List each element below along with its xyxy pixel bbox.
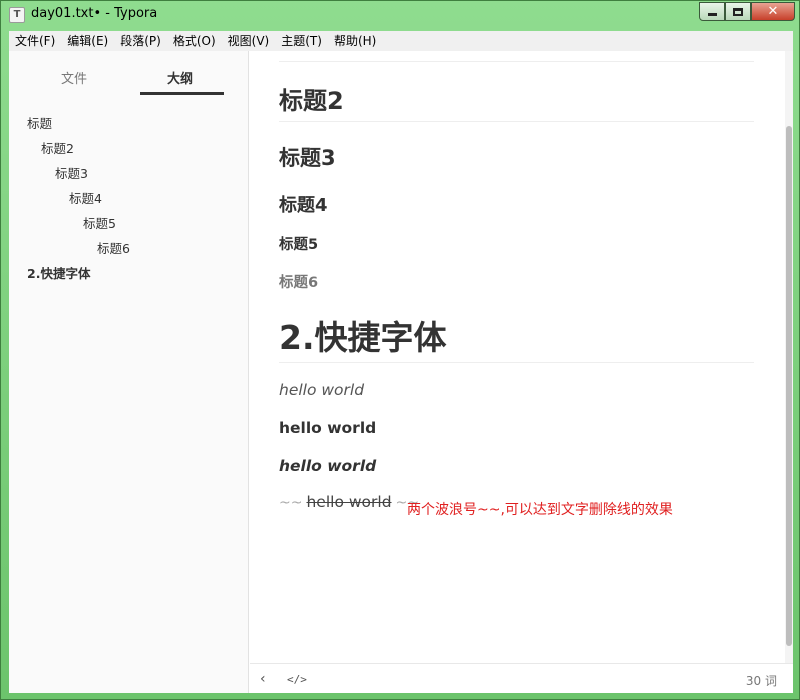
divider (279, 121, 754, 122)
menu-view[interactable]: 视图(V) (222, 31, 276, 51)
bold-italic-text: hello world (279, 457, 377, 475)
menu-edit[interactable]: 编辑(E) (61, 31, 114, 51)
menu-bar: 文件(F) 编辑(E) 段落(P) 格式(O) 视图(V) 主题(T) 帮助(H… (9, 31, 793, 51)
status-bar: ‹ </> 30 词 (250, 663, 793, 693)
heading-4: 标题4 (279, 195, 328, 216)
heading-1: 2.快捷字体 (279, 318, 447, 357)
outline-item[interactable]: 标题 (9, 111, 249, 136)
window-title: day01.txt• - Typora (31, 6, 158, 21)
sidebar-tabs: 文件 大纲 (9, 51, 249, 101)
outline-list: 标题 标题2 标题3 标题4 标题5 标题6 2.快捷字体 (9, 111, 249, 286)
strike-marker-open: ~~ (279, 495, 303, 511)
typora-app-icon: T (9, 7, 25, 23)
editor-pane[interactable]: 标题2 标题3 标题4 标题5 标题6 2.快捷字体 hello world h… (250, 51, 793, 663)
strikethrough-line: ~~ hello world ~~ (279, 492, 419, 511)
divider (279, 362, 754, 363)
annotation-note: 两个波浪号~~,可以达到文字删除线的效果 (407, 502, 673, 518)
heading-5: 标题5 (279, 237, 319, 253)
heading-3: 标题3 (279, 146, 336, 170)
menu-theme[interactable]: 主题(T) (275, 31, 328, 51)
menu-file[interactable]: 文件(F) (9, 31, 61, 51)
menu-format[interactable]: 格式(O) (167, 31, 222, 51)
heading-2: 标题2 (279, 87, 344, 115)
menu-help[interactable]: 帮助(H) (328, 31, 382, 51)
title-bar[interactable]: T day01.txt• - Typora ✕ (1, 1, 800, 29)
window-controls: ✕ (699, 2, 795, 21)
window-client: 文件(F) 编辑(E) 段落(P) 格式(O) 视图(V) 主题(T) 帮助(H… (9, 31, 793, 693)
heading-6: 标题6 (279, 275, 319, 291)
minimize-icon (707, 13, 717, 16)
outline-item[interactable]: 标题3 (9, 161, 249, 186)
menu-paragraph[interactable]: 段落(P) (114, 31, 167, 51)
outline-item[interactable]: 标题2 (9, 136, 249, 161)
source-code-icon[interactable]: </> (287, 673, 307, 686)
maximize-button[interactable] (725, 2, 751, 21)
chevron-left-icon[interactable]: ‹ (260, 672, 266, 686)
tab-files[interactable]: 文件 (61, 68, 87, 87)
sidebar: 文件 大纲 标题 标题2 标题3 标题4 标题5 标题6 2.快捷字体 (9, 51, 249, 693)
active-tab-indicator (140, 92, 224, 95)
italic-text: hello world (279, 381, 365, 399)
bold-text: hello world (279, 419, 377, 437)
strikethrough-text: hello world (306, 493, 392, 511)
tab-outline[interactable]: 大纲 (167, 68, 193, 87)
close-button[interactable]: ✕ (751, 2, 795, 21)
divider (279, 61, 754, 62)
outline-item[interactable]: 2.快捷字体 (9, 261, 249, 286)
maximize-icon (733, 7, 743, 16)
scrollbar-thumb[interactable] (786, 126, 792, 646)
scrollbar-track[interactable] (785, 51, 793, 663)
outline-item[interactable]: 标题5 (9, 211, 249, 236)
word-count[interactable]: 30 词 (746, 672, 777, 689)
minimize-button[interactable] (699, 2, 725, 21)
close-icon: ✕ (767, 4, 779, 19)
outline-item[interactable]: 标题6 (9, 236, 249, 261)
outline-item[interactable]: 标题4 (9, 186, 249, 211)
window-frame: T day01.txt• - Typora ✕ 文件(F) 编辑(E) 段落(P… (0, 0, 800, 700)
